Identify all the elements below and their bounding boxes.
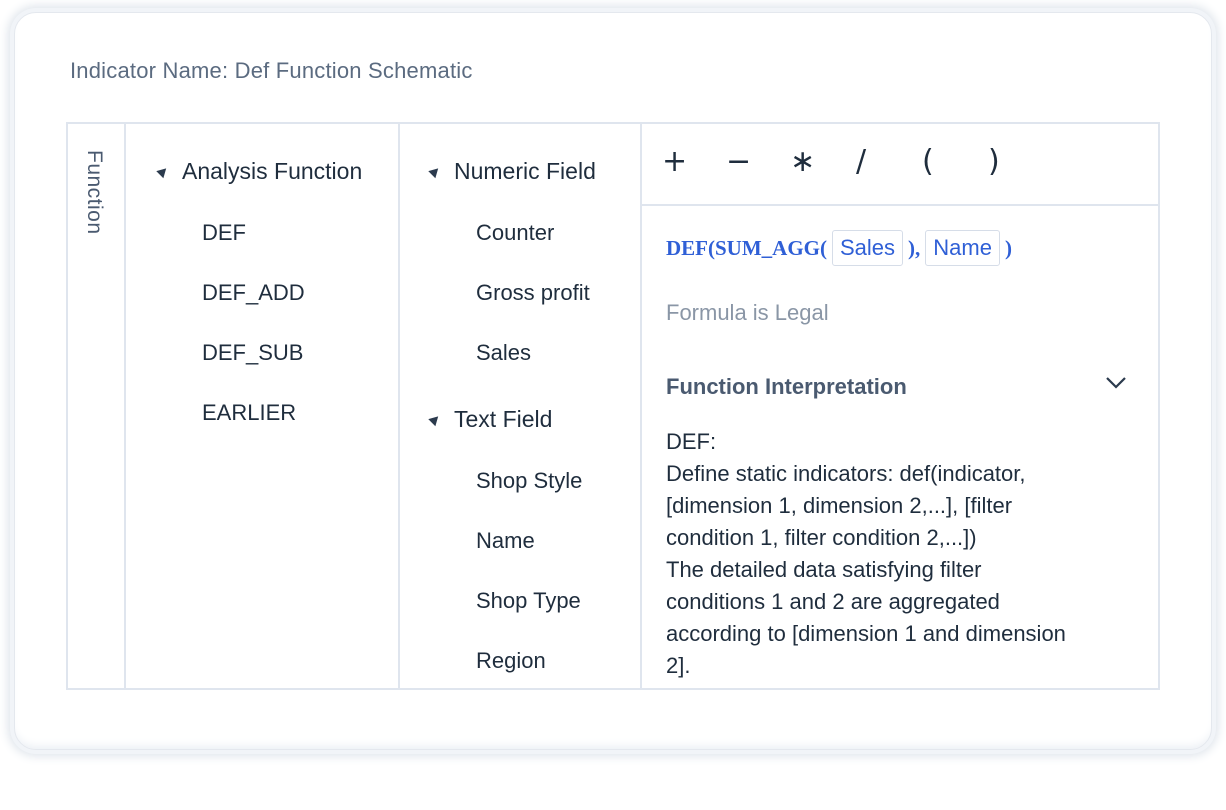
multiply-operator-button[interactable]: ∗ xyxy=(790,144,815,179)
operator-toolbar: + − ∗ / ( ) xyxy=(642,124,1158,206)
close-paren-button[interactable]: ) xyxy=(988,144,1000,179)
text-field-group[interactable]: Text Field xyxy=(428,406,553,433)
divide-operator-button[interactable]: / xyxy=(856,144,866,179)
function-interpretation-text: DEF: Define static indicators: def(indic… xyxy=(666,426,1136,682)
interpretation-line: 2]. xyxy=(666,653,691,678)
function-interpretation-title[interactable]: Function Interpretation xyxy=(666,374,907,400)
field-list: Numeric Field Counter Gross profit Sales… xyxy=(400,124,642,688)
function-item-def[interactable]: DEF xyxy=(202,220,246,246)
expand-triangle-icon xyxy=(156,164,170,179)
formula-field-chip-name[interactable]: Name xyxy=(925,230,1000,266)
interpretation-line: [dimension 1, dimension 2,...], [filter xyxy=(666,493,1013,518)
expand-triangle-icon xyxy=(428,164,442,179)
analysis-function-group[interactable]: Analysis Function xyxy=(156,158,363,185)
formula-field-chip-sales[interactable]: Sales xyxy=(832,230,904,266)
numeric-field-label: Numeric Field xyxy=(454,158,596,184)
page-title: Indicator Name: Def Function Schematic xyxy=(70,58,473,83)
formula-editor-panel: Function Analysis Function DEF DEF_ADD D… xyxy=(66,122,1160,690)
function-tab-label: Function xyxy=(83,150,106,235)
field-item-sales[interactable]: Sales xyxy=(476,340,531,366)
formula-separator: ), xyxy=(908,235,921,260)
expand-triangle-icon xyxy=(428,412,442,427)
function-item-def-sub[interactable]: DEF_SUB xyxy=(202,340,303,366)
field-item-gross-profit[interactable]: Gross profit xyxy=(476,280,590,306)
chevron-down-icon[interactable] xyxy=(1105,376,1127,390)
interpretation-line: DEF: xyxy=(666,429,717,454)
formula-suffix: ) xyxy=(1004,235,1012,260)
field-item-shop-type[interactable]: Shop Type xyxy=(476,588,581,614)
text-field-label: Text Field xyxy=(454,406,553,432)
function-list: Analysis Function DEF DEF_ADD DEF_SUB EA… xyxy=(126,124,400,688)
editor-area: + − ∗ / ( ) DEF(SUM_AGG( Sales ), Name )… xyxy=(642,124,1158,688)
numeric-field-group[interactable]: Numeric Field xyxy=(428,158,596,185)
interpretation-line: The detailed data satisfying filter xyxy=(666,557,982,582)
interpretation-line: conditions 1 and 2 are aggregated xyxy=(666,589,1000,614)
field-item-shop-style[interactable]: Shop Style xyxy=(476,468,582,494)
function-item-def-add[interactable]: DEF_ADD xyxy=(202,280,305,306)
interpretation-line: condition 1, filter condition 2,...]) xyxy=(666,525,977,550)
interpretation-line: according to [dimension 1 and dimension xyxy=(666,621,1066,646)
open-paren-button[interactable]: ( xyxy=(922,144,934,179)
formula-prefix: DEF(SUM_AGG( xyxy=(666,235,827,260)
interpretation-line: Define static indicators: def(indicator, xyxy=(666,461,1026,486)
minus-operator-button[interactable]: − xyxy=(726,144,751,179)
formula-input[interactable]: DEF(SUM_AGG( Sales ), Name ) xyxy=(666,230,1012,266)
analysis-function-label: Analysis Function xyxy=(182,158,363,184)
function-tab[interactable]: Function xyxy=(68,124,126,688)
formula-status: Formula is Legal xyxy=(666,300,829,325)
function-item-earlier[interactable]: EARLIER xyxy=(202,400,296,426)
field-item-counter[interactable]: Counter xyxy=(476,220,554,246)
field-item-region[interactable]: Region xyxy=(476,648,546,674)
plus-operator-button[interactable]: + xyxy=(662,144,687,179)
field-item-name[interactable]: Name xyxy=(476,528,535,554)
